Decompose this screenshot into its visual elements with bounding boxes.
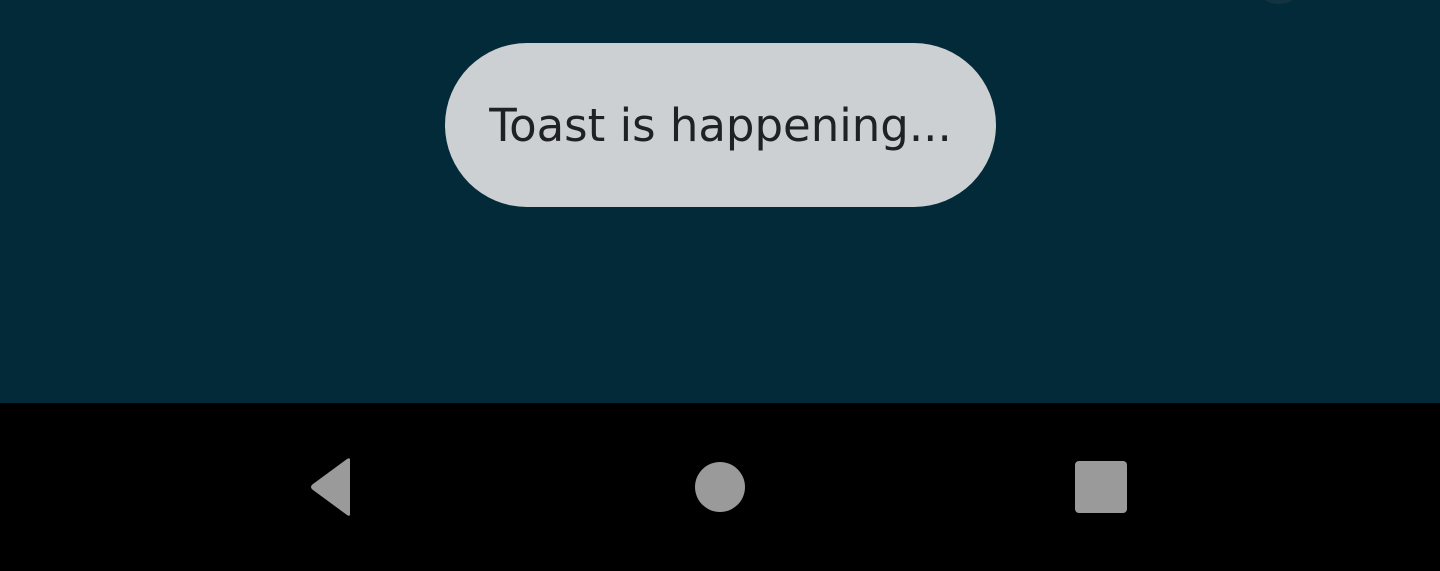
navigation-bar <box>0 403 1440 571</box>
app-content-area: Toast is happening... <box>0 0 1440 403</box>
home-circle-icon <box>695 462 745 512</box>
toast-notification: Toast is happening... <box>445 43 996 207</box>
back-button[interactable] <box>274 403 394 571</box>
recents-square-icon <box>1075 461 1127 513</box>
toast-message: Toast is happening... <box>489 98 952 152</box>
status-indicator-dot <box>1262 0 1296 4</box>
back-triangle-icon <box>311 458 350 516</box>
home-button[interactable] <box>660 403 780 571</box>
device-screen: Toast is happening... <box>0 0 1440 571</box>
recents-button[interactable] <box>1041 403 1161 571</box>
